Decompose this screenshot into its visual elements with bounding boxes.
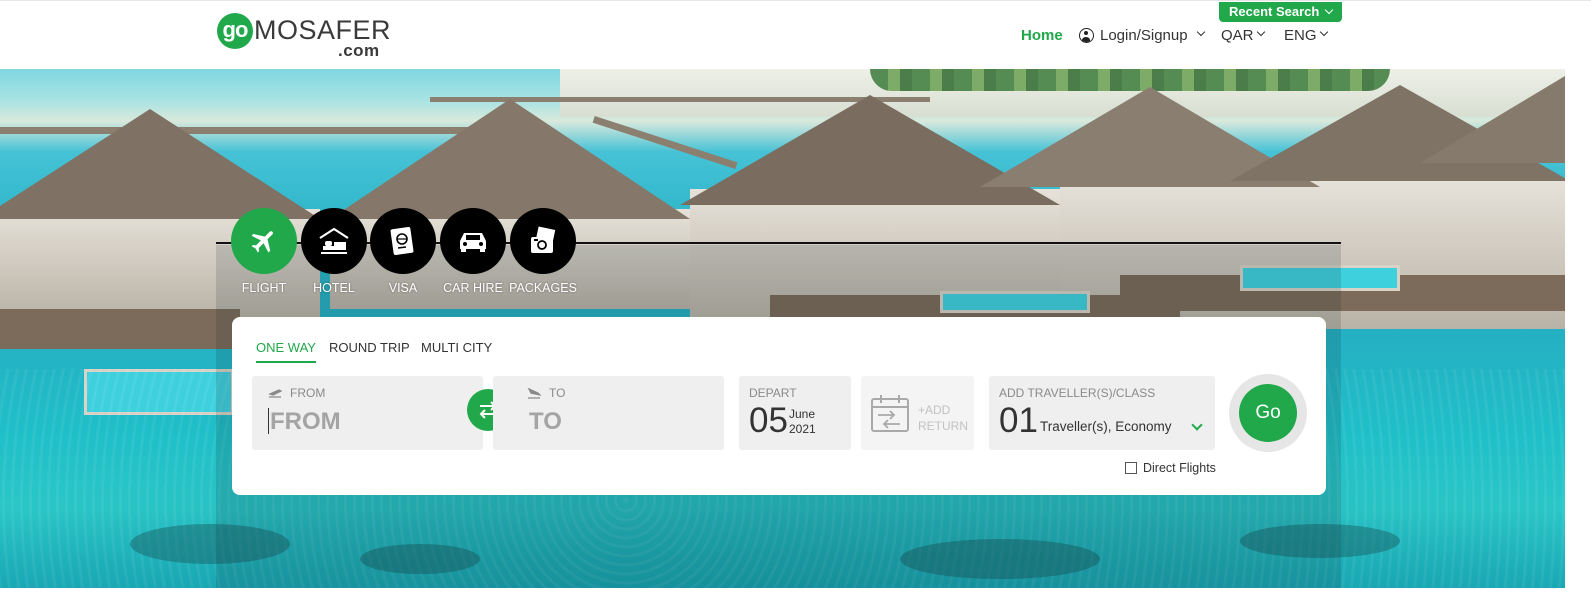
go-button-ring: Go — [1229, 374, 1307, 452]
recent-search-label: Recent Search — [1229, 4, 1320, 19]
login-signup-label: Login/Signup — [1100, 26, 1188, 44]
currency-label: QAR — [1221, 26, 1254, 44]
direct-flights-checkbox[interactable] — [1125, 462, 1137, 474]
from-field[interactable]: FROM FROM — [252, 376, 483, 450]
to-label-row: TO — [527, 386, 565, 400]
logo-dotcom: .com — [338, 41, 380, 60]
tab-packages[interactable]: PACKAGES — [509, 208, 577, 295]
top-header: go MOSAFER .com Recent Search Home Login… — [0, 0, 1591, 69]
thatched-roof — [330, 99, 690, 219]
add-return-line2: RETURN — [918, 419, 968, 433]
depart-month: June — [789, 407, 816, 421]
tab-car-hire-circle — [440, 208, 506, 274]
hotel-icon — [319, 227, 349, 254]
currency-selector[interactable]: QAR — [1221, 25, 1265, 45]
to-field[interactable]: TO TO — [493, 376, 724, 450]
logo-go-badge: go — [217, 13, 253, 49]
login-signup-menu[interactable]: Login/Signup — [1079, 25, 1205, 45]
tab-one-way[interactable]: ONE WAY — [256, 340, 316, 363]
traveller-summary: Traveller(s), Economy — [1040, 419, 1172, 434]
recent-search-button[interactable]: Recent Search — [1219, 2, 1343, 22]
tab-packages-circle — [510, 208, 576, 274]
depart-label: DEPART — [749, 386, 797, 400]
chevron-down-icon — [1325, 5, 1334, 15]
passport-icon — [390, 226, 414, 256]
tab-hotel-circle — [301, 208, 367, 274]
plane-takeoff-icon — [268, 389, 282, 398]
from-placeholder: FROM — [270, 408, 341, 435]
to-input[interactable]: TO — [529, 408, 562, 436]
packages-icon — [531, 226, 556, 253]
tab-visa-circle — [370, 208, 436, 274]
user-icon — [1079, 27, 1094, 43]
thatched-roof — [0, 109, 320, 219]
depart-month-year: June 2021 — [789, 407, 816, 437]
car-icon — [460, 233, 486, 252]
direct-flights-option[interactable]: Direct Flights — [1125, 461, 1216, 475]
nav-home-link[interactable]: Home — [1021, 25, 1063, 45]
language-label: ENG — [1284, 26, 1317, 44]
chevron-down-icon — [1256, 27, 1265, 37]
from-input[interactable]: FROM — [268, 407, 341, 436]
tab-packages-label: PACKAGES — [509, 281, 577, 295]
chevron-down-icon — [1196, 27, 1205, 37]
depart-year: 2021 — [789, 422, 816, 436]
to-label: TO — [549, 386, 566, 400]
chevron-down-icon[interactable] — [1191, 419, 1203, 431]
depart-date-field[interactable]: DEPART 05 June 2021 — [739, 376, 851, 450]
go-search-button[interactable]: Go — [1239, 384, 1297, 442]
plane-landing-icon — [527, 387, 541, 399]
calendar-return-icon — [871, 395, 909, 432]
thatched-roof — [1420, 73, 1565, 163]
travellers-class-field[interactable]: ADD TRAVELLER(S)/CLASS 01 Traveller(s), … — [989, 376, 1215, 450]
plane-icon — [251, 231, 273, 253]
add-return-text: +ADD RETURN — [918, 402, 968, 434]
from-label: FROM — [290, 386, 326, 400]
direct-flights-label: Direct Flights — [1143, 461, 1216, 475]
villa-deck — [0, 309, 240, 349]
add-return-line1: +ADD — [918, 403, 951, 417]
language-selector[interactable]: ENG — [1284, 25, 1328, 45]
text-cursor — [268, 407, 269, 434]
tab-flight-circle — [231, 208, 297, 274]
tab-multi-city[interactable]: MULTI CITY — [421, 340, 492, 361]
tab-round-trip[interactable]: ROUND TRIP — [329, 340, 410, 361]
depart-day: 05 — [749, 401, 788, 440]
add-return-field[interactable]: +ADD RETURN — [861, 376, 974, 450]
from-label-row: FROM — [268, 386, 325, 400]
flight-search-panel: ONE WAY ROUND TRIP MULTI CITY FROM FROM … — [232, 317, 1326, 495]
traveller-count: 01 — [999, 401, 1038, 440]
travellers-label: ADD TRAVELLER(S)/CLASS — [999, 386, 1156, 400]
chevron-down-icon — [1319, 27, 1328, 37]
gomosafer-logo[interactable]: go MOSAFER .com — [217, 13, 391, 61]
